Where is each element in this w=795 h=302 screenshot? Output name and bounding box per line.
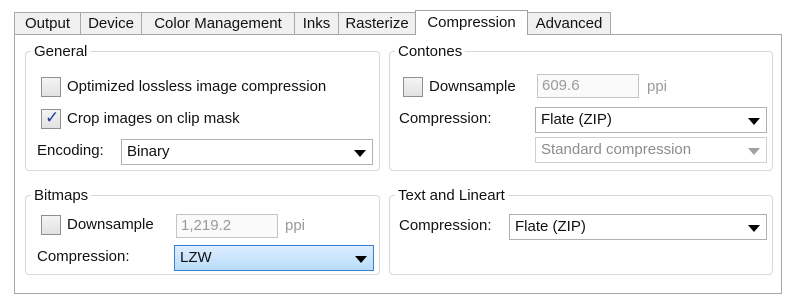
tab-device[interactable]: Device — [80, 12, 142, 34]
tab-output[interactable]: Output — [14, 12, 81, 34]
encoding-select-value: Binary — [127, 143, 170, 160]
tab-compression[interactable]: Compression — [415, 10, 528, 35]
checkmark-icon: ✓ — [45, 108, 60, 127]
text-lineart-compression-select[interactable]: Flate (ZIP) — [509, 214, 767, 240]
text-lineart-compression-label: Compression: — [399, 217, 492, 234]
encoding-label: Encoding: — [37, 142, 104, 159]
general-group-title: General — [31, 43, 91, 61]
contones-ppi-unit: ppi — [647, 78, 668, 95]
tab-rasterize[interactable]: Rasterize — [338, 12, 416, 34]
bitmaps-compression-label: Compression: — [37, 248, 130, 265]
contones-compression-value: Flate (ZIP) — [541, 111, 612, 128]
contones-compression-label: Compression: — [399, 110, 492, 127]
contones-quality-value: Standard compression — [541, 141, 692, 158]
bitmaps-compression-value: LZW — [180, 249, 212, 266]
dropdown-arrow-icon — [748, 118, 760, 125]
contones-downsample-label[interactable]: Downsample — [429, 76, 516, 98]
contones-downsample-checkbox[interactable] — [403, 77, 423, 97]
dropdown-arrow-icon — [748, 148, 760, 155]
tab-color-management[interactable]: Color Management — [141, 12, 295, 34]
bitmaps-group-title: Bitmaps — [31, 187, 92, 205]
dropdown-arrow-icon — [748, 225, 760, 232]
contones-compression-select[interactable]: Flate (ZIP) — [535, 107, 767, 133]
optimized-lossless-checkbox[interactable] — [41, 77, 61, 97]
bitmaps-compression-select[interactable]: LZW — [174, 245, 374, 271]
contones-downsample-input[interactable]: 609.6 — [537, 74, 639, 98]
tab-inks[interactable]: Inks — [294, 12, 339, 34]
compression-panel: General Optimized lossless image compres… — [14, 34, 782, 294]
contones-group-title: Contones — [395, 43, 466, 61]
optimized-lossless-label[interactable]: Optimized lossless image compression — [67, 76, 326, 98]
encoding-select[interactable]: Binary — [121, 139, 373, 165]
bitmaps-ppi-unit: ppi — [285, 217, 306, 234]
tab-advanced[interactable]: Advanced — [527, 12, 611, 34]
text-lineart-compression-value: Flate (ZIP) — [515, 218, 586, 235]
text-lineart-group-title: Text and Lineart — [395, 187, 508, 205]
bitmaps-downsample-input[interactable]: 1,219.2 — [176, 214, 278, 238]
crop-images-label[interactable]: Crop images on clip mask — [67, 108, 240, 130]
crop-images-checkbox[interactable]: ✓ — [41, 108, 61, 129]
bitmaps-downsample-checkbox[interactable] — [41, 215, 61, 235]
contones-quality-select: Standard compression — [535, 137, 767, 163]
dropdown-arrow-icon — [354, 150, 366, 157]
bitmaps-downsample-label[interactable]: Downsample — [67, 214, 154, 236]
dropdown-arrow-icon — [355, 256, 367, 263]
